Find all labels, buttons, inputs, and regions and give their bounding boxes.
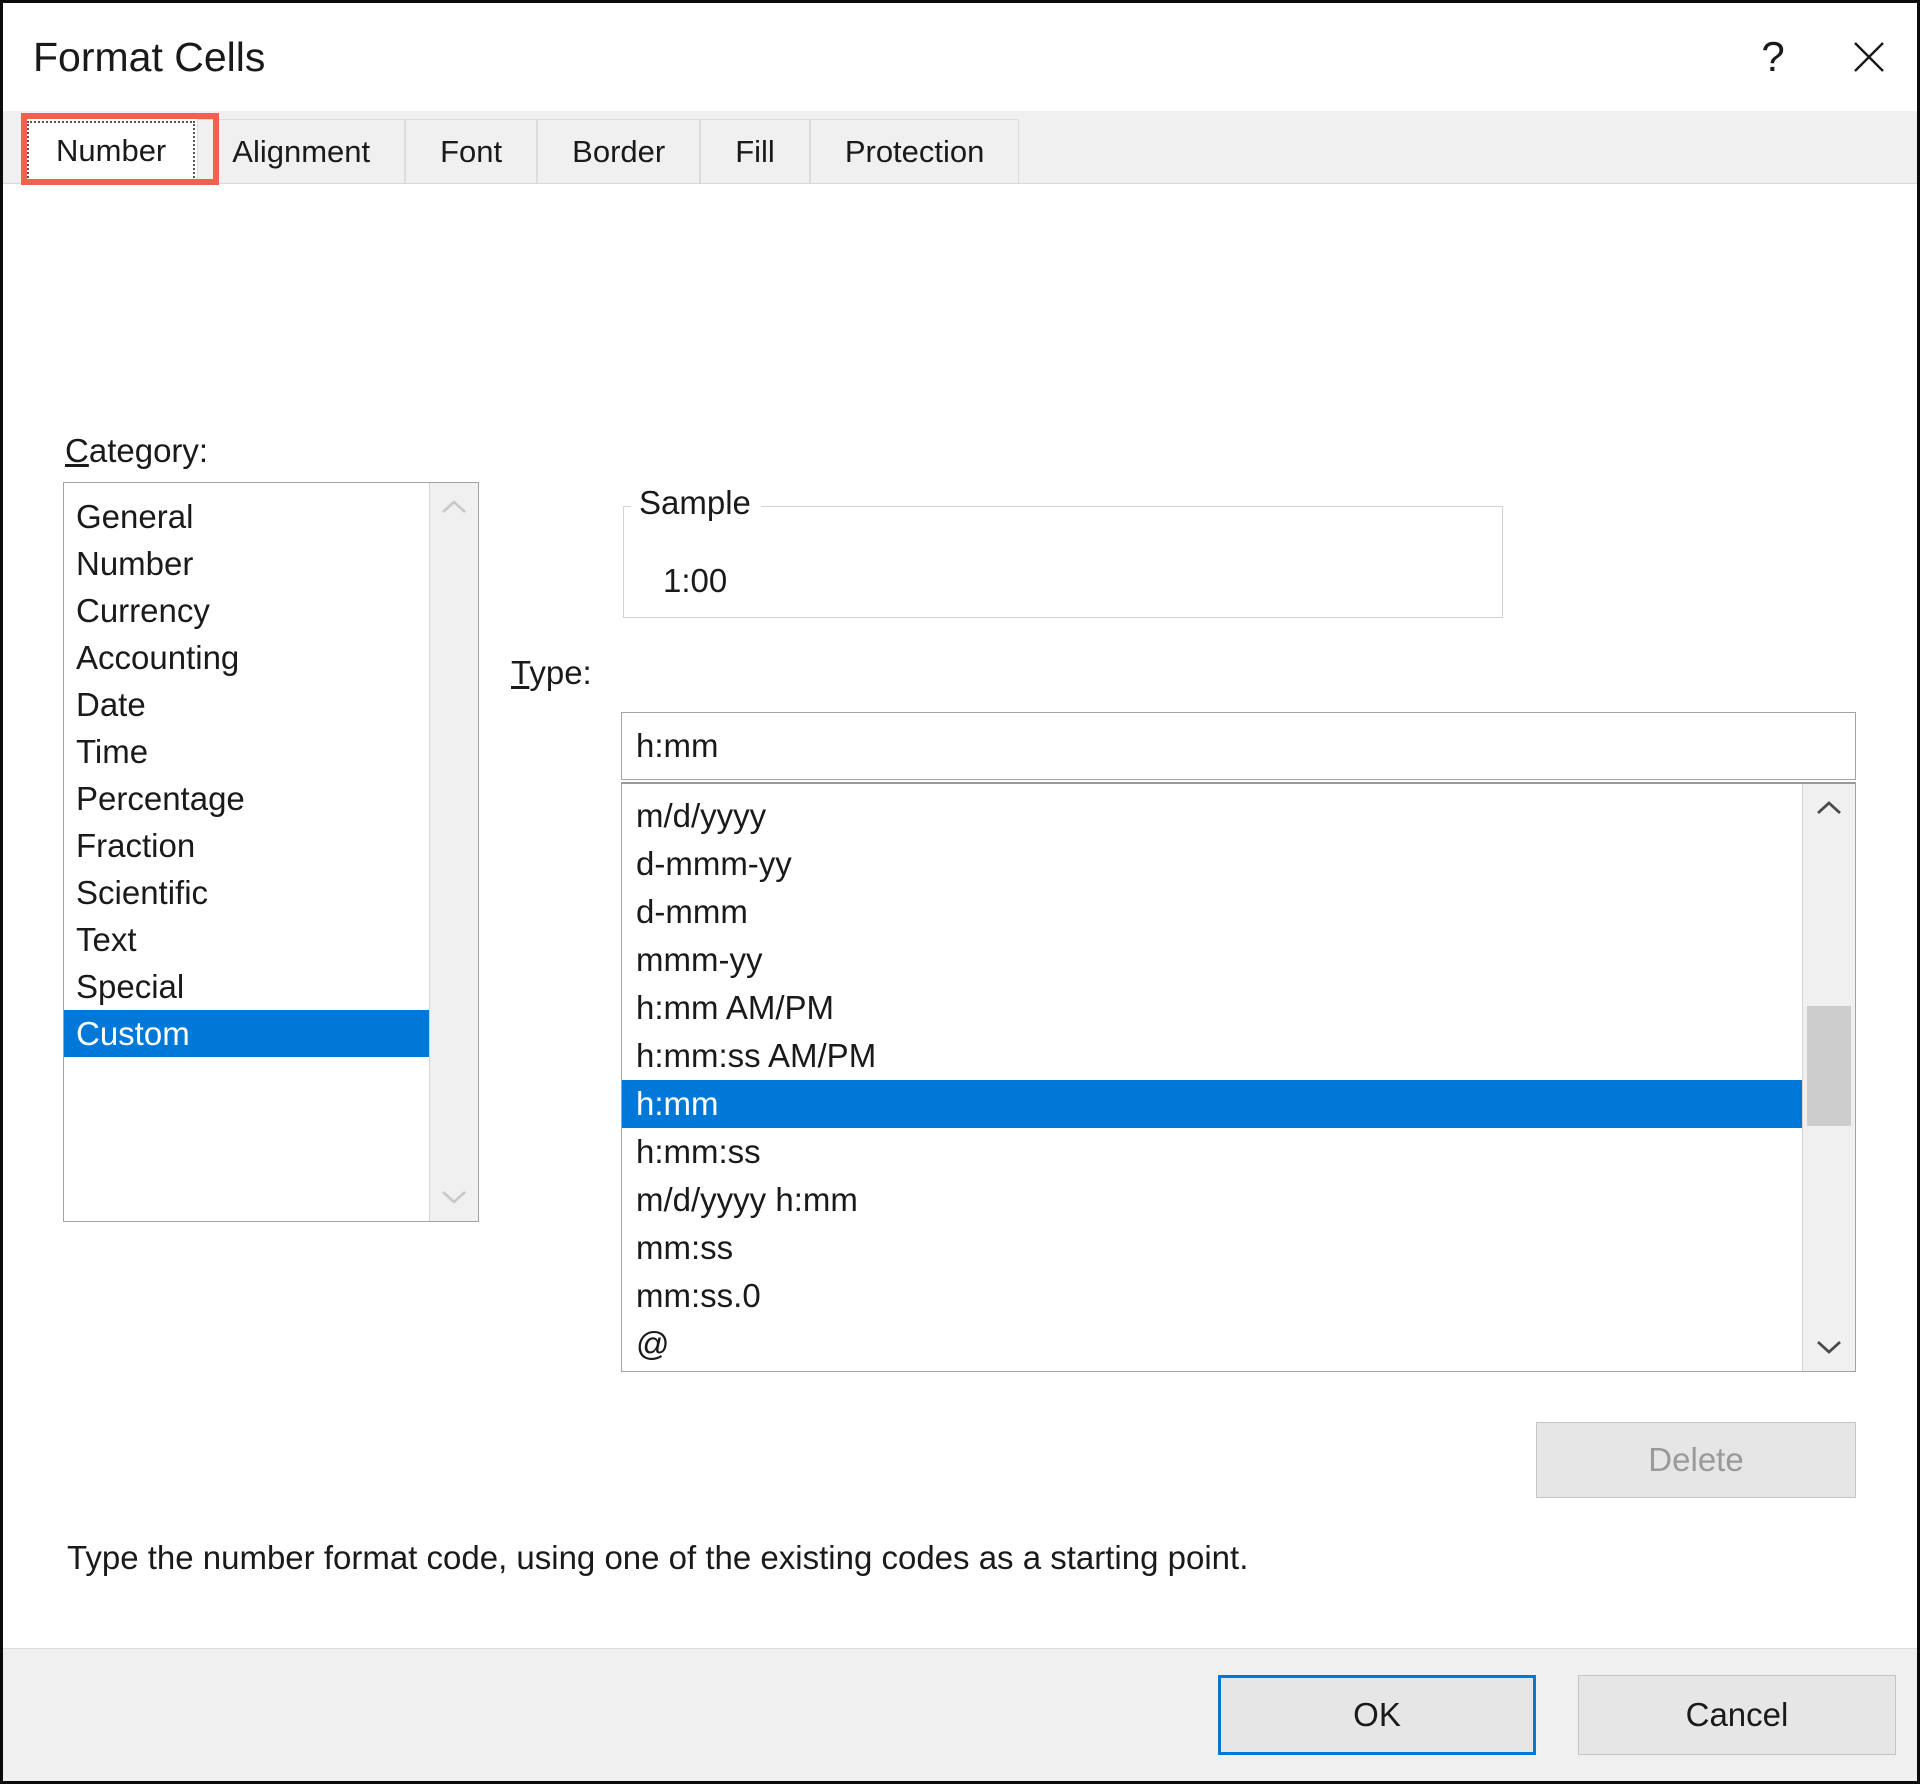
number-tab-panel: Category: General Number Currency Accoun… <box>3 183 1917 1648</box>
tab-number[interactable]: Number <box>25 119 198 183</box>
type-input[interactable] <box>621 712 1856 780</box>
cancel-button[interactable]: Cancel <box>1578 1675 1896 1755</box>
dialog-footer: OK Cancel <box>3 1648 1917 1781</box>
sample-value: 1:00 <box>663 562 728 599</box>
format-cells-dialog: Format Cells ? Number Alignment Font Bor… <box>0 0 1920 1784</box>
type-label: Type: <box>511 654 592 692</box>
page-title: Format Cells <box>33 33 266 80</box>
list-item[interactable]: Fraction <box>64 822 429 869</box>
delete-button[interactable]: Delete <box>1536 1422 1856 1498</box>
category-label-rest: ategory: <box>88 432 209 469</box>
list-item[interactable]: mmm-yy <box>622 936 1802 984</box>
list-item[interactable]: m/d/yyyy <box>622 792 1802 840</box>
type-listbox[interactable]: m/d/yyyy d-mmm-yy d-mmm mmm-yy h:mm AM/P… <box>621 782 1856 1372</box>
list-item[interactable]: Currency <box>64 587 429 634</box>
list-item[interactable]: h:mm:ss AM/PM <box>622 1032 1802 1080</box>
close-icon[interactable] <box>1821 3 1917 111</box>
list-item[interactable]: General <box>64 493 429 540</box>
list-item[interactable]: mm:ss <box>622 1224 1802 1272</box>
list-item[interactable]: d-mmm-yy <box>622 840 1802 888</box>
list-item-selected[interactable]: Custom <box>64 1010 429 1057</box>
tab-alignment[interactable]: Alignment <box>197 119 406 183</box>
list-item[interactable]: Time <box>64 728 429 775</box>
title-bar-buttons: ? <box>1725 3 1917 111</box>
type-scrollbar[interactable] <box>1802 784 1855 1371</box>
tab-font[interactable]: Font <box>405 119 538 183</box>
chevron-up-icon[interactable] <box>1803 784 1855 832</box>
list-item[interactable]: Number <box>64 540 429 587</box>
type-list-items: m/d/yyyy d-mmm-yy d-mmm mmm-yy h:mm AM/P… <box>622 784 1802 1371</box>
sample-legend: Sample <box>631 484 761 522</box>
category-list-items: General Number Currency Accounting Date … <box>64 483 429 1221</box>
title-bar: Format Cells ? <box>3 3 1917 111</box>
tab-protection[interactable]: Protection <box>809 119 1020 183</box>
chevron-down-icon[interactable] <box>430 1173 478 1221</box>
category-scrollbar[interactable] <box>429 483 478 1221</box>
tab-fill[interactable]: Fill <box>700 119 810 183</box>
ok-button[interactable]: OK <box>1218 1675 1536 1755</box>
type-label-rest: ype: <box>529 654 592 691</box>
tab-border[interactable]: Border <box>537 119 701 183</box>
list-item[interactable]: Scientific <box>64 869 429 916</box>
category-listbox[interactable]: General Number Currency Accounting Date … <box>63 482 479 1222</box>
list-item[interactable]: h:mm:ss <box>622 1128 1802 1176</box>
sample-group-box <box>623 506 1503 618</box>
list-item-selected[interactable]: h:mm <box>622 1080 1802 1128</box>
list-item[interactable]: h:mm AM/PM <box>622 984 1802 1032</box>
list-item[interactable]: @ <box>622 1320 1802 1368</box>
list-item[interactable]: Percentage <box>64 775 429 822</box>
list-item[interactable]: Special <box>64 963 429 1010</box>
list-item[interactable]: Accounting <box>64 634 429 681</box>
type-label-accesskey: T <box>511 654 530 691</box>
category-label: Category: <box>65 432 208 470</box>
list-item[interactable]: Text <box>64 916 429 963</box>
tab-strip: Number Alignment Font Border Fill Protec… <box>3 111 1917 185</box>
hint-text: Type the number format code, using one o… <box>67 1539 1249 1576</box>
list-item[interactable]: mm:ss.0 <box>622 1272 1802 1320</box>
list-item[interactable]: Date <box>64 681 429 728</box>
chevron-down-icon[interactable] <box>1803 1323 1855 1371</box>
help-icon[interactable]: ? <box>1725 3 1821 111</box>
list-item[interactable]: d-mmm <box>622 888 1802 936</box>
category-label-accesskey: C <box>65 432 89 469</box>
scrollbar-thumb[interactable] <box>1807 1006 1851 1126</box>
list-item[interactable]: m/d/yyyy h:mm <box>622 1176 1802 1224</box>
chevron-up-icon[interactable] <box>430 483 478 531</box>
